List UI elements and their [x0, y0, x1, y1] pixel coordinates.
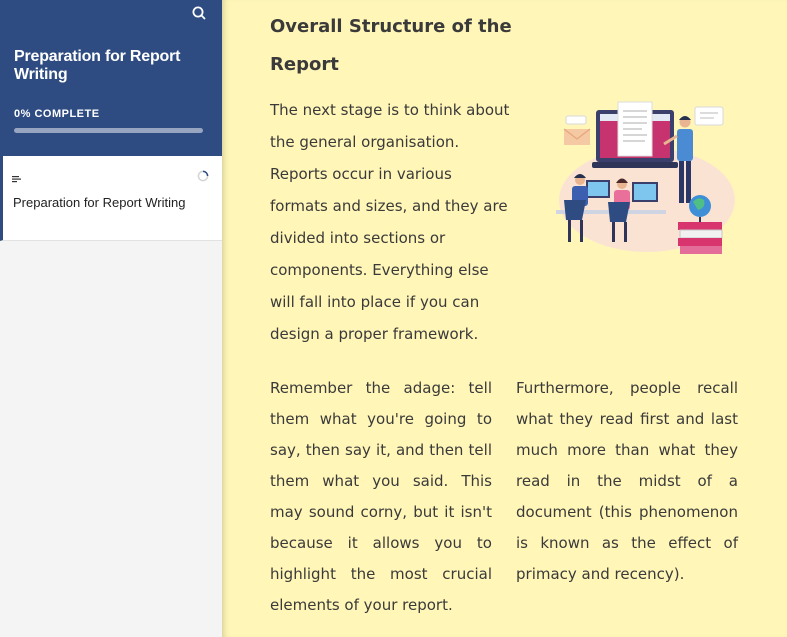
text-lines-icon [12, 169, 21, 183]
sidebar: Preparation for Report Writing 0% COMPLE… [0, 0, 222, 637]
body-paragraph-right: Furthermore, people recall what they rea… [516, 379, 738, 583]
lesson-content: Overall Structure of the Report The next… [222, 0, 787, 637]
body-paragraph-left: Remember the adage: tell them what you'r… [270, 379, 492, 614]
sidebar-item-lesson[interactable]: Preparation for Report Writing [0, 156, 222, 241]
lesson-label: Preparation for Report Writing [13, 195, 186, 210]
search-icon[interactable] [190, 4, 208, 22]
progress-label: 0% COMPLETE [14, 108, 100, 120]
intro-paragraph: The next stage is to think about the gen… [270, 101, 510, 343]
page-title: Overall Structure of the Report [270, 16, 512, 75]
progress-bar [14, 128, 203, 133]
progress-ring-icon [197, 167, 209, 182]
course-title: Preparation for Report Writing [14, 48, 181, 83]
sidebar-header: Preparation for Report Writing 0% COMPLE… [0, 0, 222, 156]
report-team-illustration [552, 96, 742, 258]
